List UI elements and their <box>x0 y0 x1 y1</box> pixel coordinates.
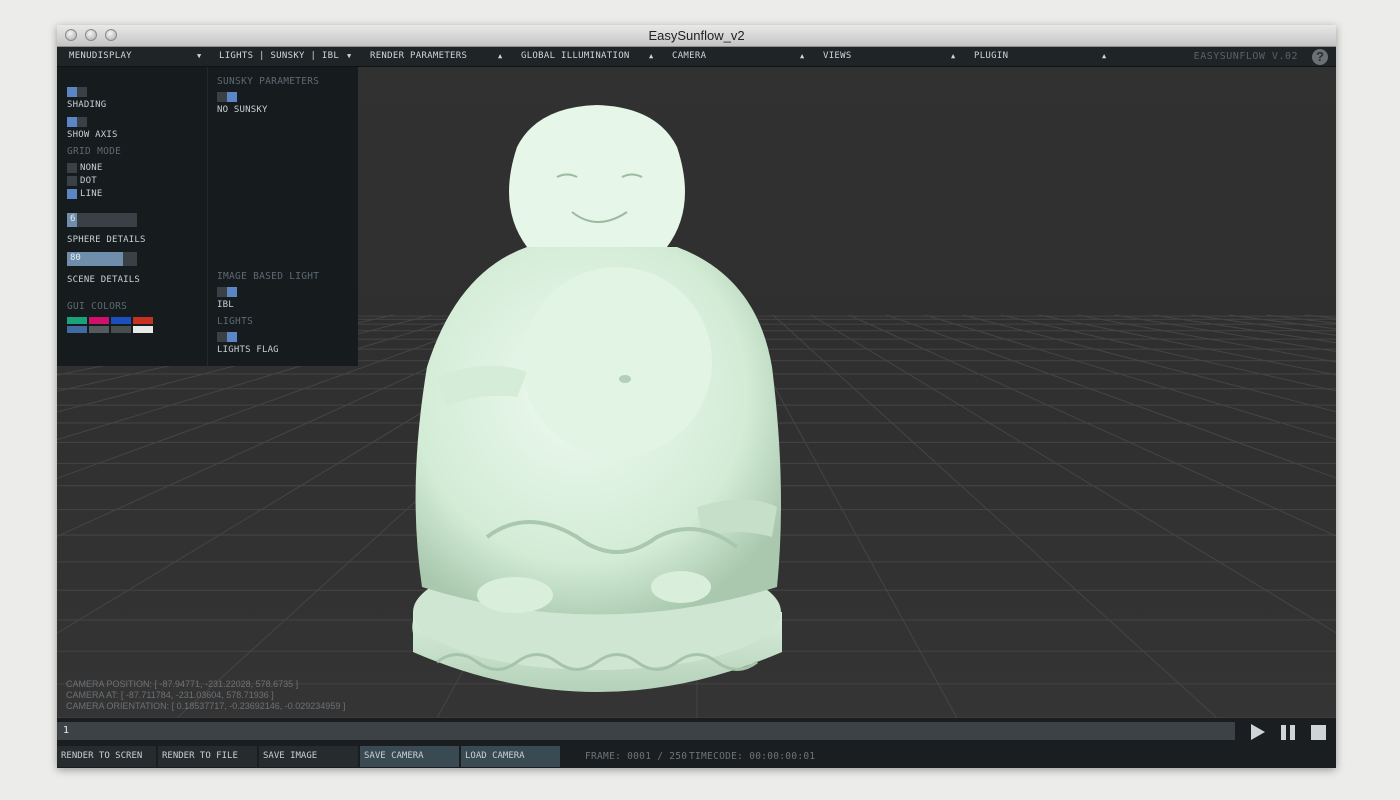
sphere-details-value: 6 <box>70 214 76 224</box>
gui-color-swatch[interactable] <box>89 326 109 333</box>
scene-details-value: 80 <box>70 253 81 263</box>
ibl-label: IBL <box>217 300 234 310</box>
gui-color-swatch[interactable] <box>133 326 153 333</box>
menu-menudisplay[interactable]: MENUDISPLAY ▼ <box>69 47 209 66</box>
triangle-down-icon: ▼ <box>347 52 352 60</box>
gui-color-swatch[interactable] <box>111 317 131 324</box>
sunsky-header: SUNSKY PARAMETERS <box>217 76 320 87</box>
version-label: EASYSUNFLOW V.02 <box>1193 51 1298 62</box>
grid-none-checkbox[interactable] <box>67 163 77 173</box>
render-to-file-button[interactable]: RENDER TO FILE <box>158 746 257 767</box>
menu-render-parameters[interactable]: RENDER PARAMETERS ▲ <box>370 47 510 66</box>
menu-views[interactable]: VIEWS ▲ <box>823 47 963 66</box>
gui-color-swatch[interactable] <box>133 317 153 324</box>
gui-color-swatch[interactable] <box>67 326 87 333</box>
camera-at-readout: CAMERA AT: [ -87.711784, -231.03604, 578… <box>66 690 274 700</box>
grid-line-checkbox[interactable] <box>67 189 77 199</box>
menu-plugin[interactable]: PLUGIN ▲ <box>974 47 1114 66</box>
menu-lights-sunsky-ibl[interactable]: LIGHTS | SUNSKY | IBL ▼ <box>219 47 359 66</box>
shading-toggle[interactable] <box>67 87 87 97</box>
triangle-up-icon: ▲ <box>951 52 956 60</box>
lights-header: LIGHTS <box>217 316 254 327</box>
sphere-details-label: SPHERE DETAILS <box>67 235 146 245</box>
menu-label: LIGHTS | SUNSKY | IBL <box>219 51 340 61</box>
frame-input[interactable]: 1 <box>57 722 1235 740</box>
menu-label: RENDER PARAMETERS <box>370 51 468 61</box>
ibl-header: IMAGE BASED LIGHT <box>217 271 320 282</box>
buddha-model <box>412 105 782 692</box>
3d-viewport[interactable]: SHADING SHOW AXIS GRID MODE NONE DOT LIN… <box>57 67 1336 718</box>
help-icon[interactable]: ? <box>1312 49 1328 65</box>
app-window: EasySunflow_v2 MENUDISPLAY ▼ LIGHTS | SU… <box>57 25 1336 768</box>
menu-label: VIEWS <box>823 51 852 61</box>
grid-none-label: NONE <box>80 163 103 173</box>
menu-label: PLUGIN <box>974 51 1009 61</box>
lights-flag-toggle[interactable] <box>217 332 237 342</box>
window-title: EasySunflow_v2 <box>648 28 745 43</box>
triangle-up-icon: ▲ <box>1102 52 1107 60</box>
gui-color-swatch[interactable] <box>67 317 87 324</box>
sphere-details-slider[interactable]: 6 <box>67 213 137 227</box>
triangle-up-icon: ▲ <box>649 52 654 60</box>
stop-icon[interactable] <box>1309 723 1327 741</box>
triangle-down-icon: ▼ <box>197 52 202 60</box>
grid-dot-label: DOT <box>80 176 97 186</box>
panel-divider <box>207 67 208 366</box>
gui-color-swatch[interactable] <box>111 326 131 333</box>
timeline-bar: 1 <box>57 718 1336 744</box>
show-axis-toggle[interactable] <box>67 117 87 127</box>
menu-camera[interactable]: CAMERA ▲ <box>672 47 812 66</box>
camera-orientation-readout: CAMERA ORIENTATION: [ 0.18537717, -0.236… <box>66 701 346 711</box>
grid-mode-header: GRID MODE <box>67 146 122 157</box>
save-image-button[interactable]: SAVE IMAGE <box>259 746 358 767</box>
frame-counter: FRAME: 0001 / 250 <box>585 751 688 762</box>
bottom-toolbar: RENDER TO SCREN RENDER TO FILE SAVE IMAG… <box>57 744 1336 768</box>
grid-dot-checkbox[interactable] <box>67 176 77 186</box>
menu-label: GLOBAL ILLUMINATION <box>521 51 630 61</box>
camera-position-readout: CAMERA POSITION: [ -87.94771, -231.22028… <box>66 679 299 689</box>
no-sunsky-toggle[interactable] <box>217 92 237 102</box>
settings-panel: SHADING SHOW AXIS GRID MODE NONE DOT LIN… <box>57 67 358 366</box>
menu-bar: MENUDISPLAY ▼ LIGHTS | SUNSKY | IBL ▼ RE… <box>57 47 1336 67</box>
ibl-toggle[interactable] <box>217 287 237 297</box>
timecode-readout: TIMECODE: 00:00:00:01 <box>689 751 816 762</box>
render-to-screen-button[interactable]: RENDER TO SCREN <box>57 746 156 767</box>
grid-line-label: LINE <box>80 189 103 199</box>
play-icon[interactable] <box>1249 723 1267 741</box>
frame-input-value: 1 <box>63 725 70 736</box>
show-axis-label: SHOW AXIS <box>67 130 118 140</box>
menu-label: CAMERA <box>672 51 707 61</box>
save-camera-button[interactable]: SAVE CAMERA <box>360 746 459 767</box>
gui-colors-header: GUI COLORS <box>67 301 128 312</box>
scene-details-slider[interactable]: 80 <box>67 252 137 266</box>
scene-details-label: SCENE DETAILS <box>67 275 141 285</box>
no-sunsky-label: NO SUNSKY <box>217 105 268 115</box>
pause-icon[interactable] <box>1279 723 1297 741</box>
shading-label: SHADING <box>67 100 107 110</box>
gui-color-swatch[interactable] <box>89 317 109 324</box>
menu-global-illumination[interactable]: GLOBAL ILLUMINATION ▲ <box>521 47 661 66</box>
menu-label: MENUDISPLAY <box>69 51 132 61</box>
triangle-up-icon: ▲ <box>498 52 503 60</box>
load-camera-button[interactable]: LOAD CAMERA <box>461 746 560 767</box>
title-bar: EasySunflow_v2 <box>57 25 1336 47</box>
lights-flag-label: LIGHTS FLAG <box>217 345 279 355</box>
triangle-up-icon: ▲ <box>800 52 805 60</box>
